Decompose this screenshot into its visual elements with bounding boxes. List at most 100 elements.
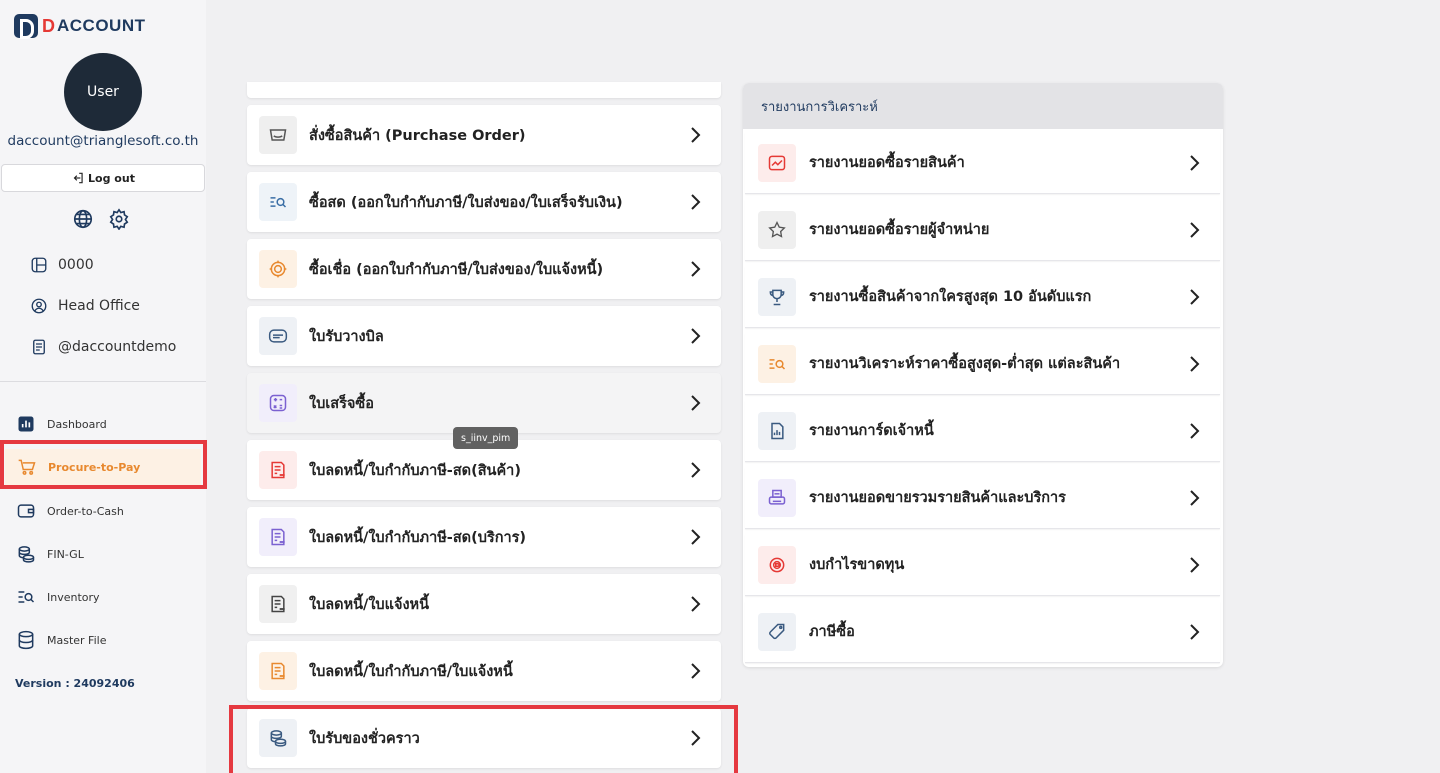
- company-code-row[interactable]: 0000: [30, 256, 94, 274]
- report-panel-title: รายงานการวิเคราะห์: [743, 83, 1223, 129]
- username: @daccountdemo: [58, 339, 177, 355]
- report-icon: [758, 411, 796, 450]
- chevron-right-icon[interactable]: [681, 456, 709, 484]
- bar-chart-icon: [18, 416, 34, 432]
- doc-icon: [259, 451, 297, 489]
- badge-icon: [259, 250, 297, 288]
- logo-mark-icon: [14, 14, 38, 39]
- row-label: รายงานยอดซื้อรายผู้จำหน่าย: [809, 222, 990, 238]
- chevron-right-icon[interactable]: [1180, 283, 1208, 311]
- user-circle-icon: [31, 298, 47, 314]
- chevron-right-icon[interactable]: [681, 121, 709, 149]
- row-label: ซื้อสด (ออกใบกำกับภาษี/ใบส่งของ/ใบเสร็จร…: [309, 194, 623, 211]
- report-item[interactable]: ภาษีซื้อ: [745, 601, 1220, 663]
- row-label: ใบเสร็จซื้อ: [309, 395, 374, 412]
- user-email: daccount@trianglesoft.co.th: [7, 133, 199, 149]
- database-icon: [18, 630, 34, 650]
- company-code: 0000: [58, 257, 94, 273]
- menu-item[interactable]: ซื้อสด (ออกใบกำกับภาษี/ใบส่งของ/ใบเสร็จร…: [247, 172, 721, 232]
- menu-item[interactable]: ใบลดหนี้/ใบแจ้งหนี้: [247, 574, 721, 634]
- tooltip: s_iinv_pim: [453, 427, 519, 449]
- chevron-right-icon[interactable]: [1180, 551, 1208, 579]
- report-panel: รายงานการวิเคราะห์ รายงานยอดซื้อรายสินค้…: [743, 83, 1223, 667]
- logo-text: ACCOUNT: [57, 16, 146, 35]
- wallet-icon: [17, 504, 35, 518]
- report-item[interactable]: รายงานการ์ดเจ้าหนี้: [745, 400, 1220, 462]
- row-label: รายงานยอดขายรวมรายสินค้าและบริการ: [809, 490, 1066, 506]
- row-label: รายงานวิเคราะห์ราคาซื้อสูงสุด-ต่ำสุด แต่…: [809, 356, 1121, 372]
- chevron-right-icon[interactable]: [681, 255, 709, 283]
- report-item[interactable]: รายงานยอดซื้อรายผู้จำหน่าย: [745, 199, 1220, 261]
- chevron-right-icon[interactable]: [1180, 350, 1208, 378]
- menu-item[interactable]: ใบลดหนี้/ใบกำกับภาษี-สด(สินค้า): [247, 440, 721, 500]
- coins-icon: [18, 546, 35, 563]
- branch-name: Head Office: [58, 298, 140, 314]
- nav-label: Dashboard: [47, 417, 107, 431]
- chevron-right-icon[interactable]: [681, 657, 709, 685]
- row-label: รายงานการ์ดเจ้าหนี้: [809, 423, 934, 439]
- nav-label: FIN-GL: [47, 547, 84, 561]
- nav-label: Inventory: [47, 590, 100, 604]
- menu-item[interactable]: สั่งซื้อสินค้า (Purchase Order): [247, 105, 721, 165]
- logout-label: Log out: [88, 171, 135, 185]
- report-item[interactable]: รายงานซื้อสินค้าจากใครสูงสุด 10 อันดับแร…: [745, 266, 1220, 328]
- calculator-icon: [259, 384, 297, 422]
- globe-icon[interactable]: [72, 208, 94, 230]
- chevron-right-icon[interactable]: [1180, 417, 1208, 445]
- menu-item[interactable]: ใบเสร็จซื้อ: [247, 373, 721, 433]
- card-icon: [259, 317, 297, 355]
- coin-stack-icon: [758, 545, 796, 584]
- box-icon: [259, 116, 297, 154]
- report-item[interactable]: รายงานยอดขายรวมรายสินค้าและบริการ: [745, 467, 1220, 529]
- printer-icon: [758, 478, 796, 517]
- row-label: สั่งซื้อสินค้า (Purchase Order): [309, 127, 526, 144]
- menu-item[interactable]: ใบลดหนี้/ใบกำกับภาษี/ใบแจ้งหนี้: [247, 641, 721, 701]
- row-label: ใบรับวางบิล: [309, 328, 384, 345]
- menu-item[interactable]: ซื้อเชื่อ (ออกใบกำกับภาษี/ใบส่งของ/ใบแจ้…: [247, 239, 721, 299]
- chevron-right-icon[interactable]: [1180, 216, 1208, 244]
- avatar[interactable]: User: [64, 53, 142, 131]
- app-logo[interactable]: D ACCOUNT: [14, 14, 146, 39]
- highlight-box-row: [229, 705, 738, 773]
- branch-row[interactable]: Head Office: [30, 297, 140, 315]
- gear-icon[interactable]: [108, 208, 130, 230]
- nav-inventory[interactable]: Inventory: [0, 579, 206, 615]
- nav-label: Order-to-Cash: [47, 504, 124, 518]
- menu-item[interactable]: ใบลดหนี้/ใบกำกับภาษี-สด(บริการ): [247, 507, 721, 567]
- chevron-right-icon[interactable]: [681, 188, 709, 216]
- chevron-right-icon[interactable]: [681, 389, 709, 417]
- report-item[interactable]: งบกำไรขาดทุน: [745, 534, 1220, 596]
- username-row[interactable]: @daccountdemo: [30, 338, 176, 356]
- menu-item[interactable]: ใบรับวางบิล: [247, 306, 721, 366]
- logout-icon: [73, 172, 83, 184]
- chevron-right-icon[interactable]: [1180, 149, 1208, 177]
- row-label: ใบลดหนี้/ใบแจ้งหนี้: [309, 596, 430, 613]
- nav-order-to-cash[interactable]: Order-to-Cash: [0, 493, 206, 529]
- layout-icon: [31, 257, 47, 273]
- row-label: ซื้อเชื่อ (ออกใบกำกับภาษี/ใบส่งของ/ใบแจ้…: [309, 261, 604, 278]
- document-icon: [33, 339, 45, 355]
- list-search-icon: [758, 344, 796, 383]
- chevron-right-icon[interactable]: [1180, 484, 1208, 512]
- star-icon: [758, 210, 796, 249]
- list-search-icon: [259, 183, 297, 221]
- report-item[interactable]: รายงานยอดซื้อรายสินค้า: [745, 132, 1220, 194]
- doc-icon: [259, 652, 297, 690]
- row-label: ใบลดหนี้/ใบกำกับภาษี-สด(สินค้า): [309, 462, 521, 479]
- sidebar: D ACCOUNT User daccount@trianglesoft.co.…: [0, 0, 207, 773]
- nav-dashboard[interactable]: Dashboard: [0, 406, 206, 442]
- row-label: รายงานยอดซื้อรายสินค้า: [809, 155, 965, 171]
- chevron-right-icon[interactable]: [681, 523, 709, 551]
- chevron-right-icon[interactable]: [681, 322, 709, 350]
- nav-master-file[interactable]: Master File: [0, 622, 206, 658]
- version-text: Version : 24092406: [15, 677, 135, 690]
- tag-icon: [758, 612, 796, 651]
- chevron-right-icon[interactable]: [681, 590, 709, 618]
- nav-fin-gl[interactable]: FIN-GL: [0, 536, 206, 572]
- row-label: งบกำไรขาดทุน: [809, 557, 905, 573]
- row-label: ใบลดหนี้/ใบกำกับภาษี/ใบแจ้งหนี้: [309, 663, 513, 680]
- doc-icon: [259, 585, 297, 623]
- logout-button[interactable]: Log out: [1, 164, 205, 192]
- report-item[interactable]: รายงานวิเคราะห์ราคาซื้อสูงสุด-ต่ำสุด แต่…: [745, 333, 1220, 395]
- chevron-right-icon[interactable]: [1180, 618, 1208, 646]
